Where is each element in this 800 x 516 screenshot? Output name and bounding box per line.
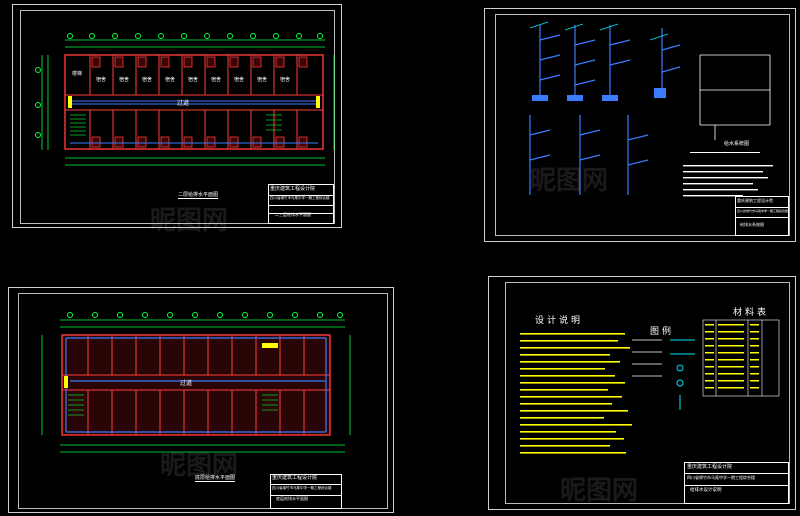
watermark-text: 昵图网 [560,476,639,506]
watermark-text: 昵图网 [530,166,609,196]
title-block-drawing: 给排水设计说明 [690,488,722,493]
title-block-project: 四川省绵竹市马尾中学一期工程综合楼 [687,475,755,480]
watermark-text: 昵图网 [160,451,239,481]
design-notes-body [520,319,780,454]
watermark-text: 昵图网 [150,206,229,236]
title-block-org: 重庆建筑工程设计院 [687,464,733,470]
